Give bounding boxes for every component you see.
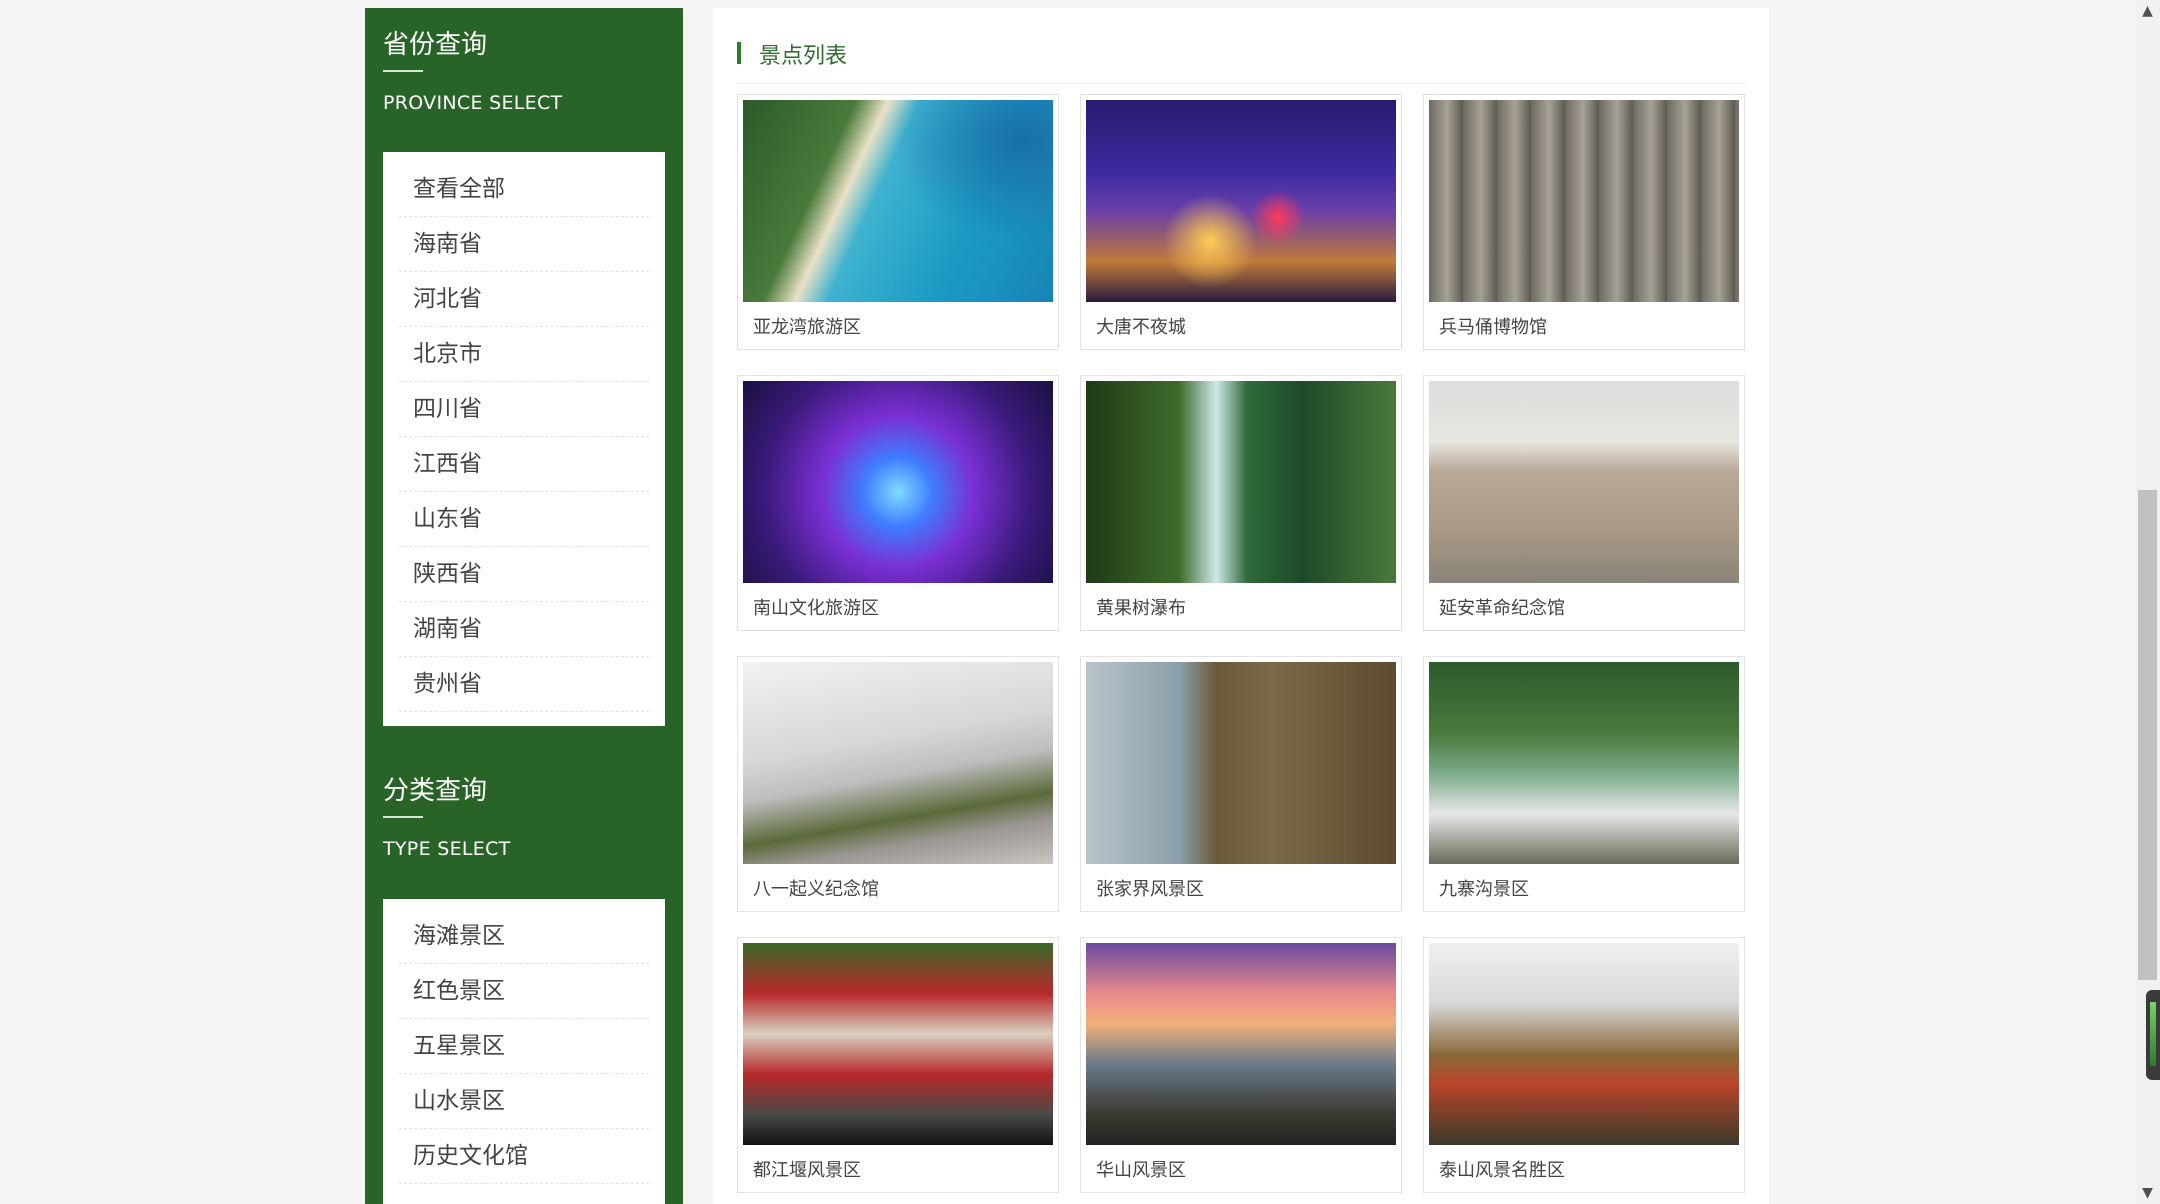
- province-list: 查看全部 海南省 河北省 北京市 四川省 江西省 山东省 陕西省 湖南省 贵州省: [383, 152, 665, 726]
- spot-card[interactable]: 九寨沟景区: [1423, 656, 1745, 912]
- spot-card[interactable]: 延安革命纪念馆: [1423, 375, 1745, 631]
- scrollbar-thumb[interactable]: [2138, 490, 2157, 980]
- spot-card[interactable]: 八一起义纪念馆: [737, 656, 1059, 912]
- spot-card[interactable]: 亚龙湾旅游区: [737, 94, 1059, 350]
- province-item-beijing[interactable]: 北京市: [399, 327, 649, 382]
- spot-image[interactable]: [1429, 381, 1739, 583]
- province-title: 省份查询: [383, 30, 488, 60]
- province-item-shandong[interactable]: 山东省: [399, 492, 649, 547]
- spot-name[interactable]: 泰山风景名胜区: [1429, 1156, 1739, 1182]
- spot-card[interactable]: 张家界风景区: [1080, 656, 1402, 912]
- list-title: 景点列表: [759, 44, 848, 69]
- type-item-history-museum[interactable]: 历史文化馆: [399, 1129, 649, 1184]
- spot-grid: 亚龙湾旅游区 大唐不夜城 兵马俑博物馆 南山文化旅游区 黄果树瀑布 延安革命纪念…: [737, 94, 1745, 1193]
- spot-image[interactable]: [743, 662, 1053, 864]
- spot-name[interactable]: 都江堰风景区: [743, 1156, 1053, 1182]
- spot-image[interactable]: [743, 381, 1053, 583]
- province-item-hebei[interactable]: 河北省: [399, 272, 649, 327]
- province-subtitle: PROVINCE SELECT: [383, 92, 563, 114]
- province-item-hainan[interactable]: 海南省: [399, 217, 649, 272]
- type-list: 海滩景区 红色景区 五星景区 山水景区 历史文化馆: [383, 899, 665, 1204]
- spot-name[interactable]: 九寨沟景区: [1429, 875, 1739, 901]
- type-title-rule: [383, 816, 423, 818]
- province-item-hunan[interactable]: 湖南省: [399, 602, 649, 657]
- spot-card[interactable]: 泰山风景名胜区: [1423, 937, 1745, 1193]
- spot-name[interactable]: 八一起义纪念馆: [743, 875, 1053, 901]
- spot-name[interactable]: 兵马俑博物馆: [1429, 313, 1739, 339]
- list-header: 景点列表: [737, 30, 1745, 84]
- spot-image[interactable]: [1086, 381, 1396, 583]
- spot-name[interactable]: 大唐不夜城: [1086, 313, 1396, 339]
- province-item-guizhou[interactable]: 贵州省: [399, 657, 649, 712]
- spot-name[interactable]: 南山文化旅游区: [743, 594, 1053, 620]
- spot-image[interactable]: [743, 943, 1053, 1145]
- province-item-shaanxi[interactable]: 陕西省: [399, 547, 649, 602]
- spot-card[interactable]: 南山文化旅游区: [737, 375, 1059, 631]
- spot-image[interactable]: [1086, 100, 1396, 302]
- type-title: 分类查询: [383, 776, 488, 806]
- spot-card[interactable]: 黄果树瀑布: [1080, 375, 1402, 631]
- type-subtitle: TYPE SELECT: [383, 838, 511, 860]
- spot-image[interactable]: [1429, 100, 1739, 302]
- main-panel: 景点列表 亚龙湾旅游区 大唐不夜城 兵马俑博物馆 南山文化旅游区 黄果树瀑布 延…: [713, 8, 1769, 1204]
- spot-image[interactable]: [1429, 662, 1739, 864]
- spot-card[interactable]: 都江堰风景区: [737, 937, 1059, 1193]
- spot-card[interactable]: 兵马俑博物馆: [1423, 94, 1745, 350]
- spot-image[interactable]: [743, 100, 1053, 302]
- spot-image[interactable]: [1086, 943, 1396, 1145]
- spot-card[interactable]: 华山风景区: [1080, 937, 1402, 1193]
- province-item-sichuan[interactable]: 四川省: [399, 382, 649, 437]
- type-item-five-star[interactable]: 五星景区: [399, 1019, 649, 1074]
- spot-name[interactable]: 张家界风景区: [1086, 875, 1396, 901]
- scroll-up-arrow-icon[interactable]: ▲: [2135, 0, 2160, 22]
- scroll-down-arrow-icon[interactable]: ▼: [2135, 1182, 2160, 1204]
- type-item-red[interactable]: 红色景区: [399, 964, 649, 1019]
- widget-indicator-icon: [2150, 1002, 2156, 1066]
- province-item-all[interactable]: 查看全部: [399, 162, 649, 217]
- floating-side-widget[interactable]: [2146, 990, 2160, 1080]
- province-title-rule: [383, 70, 423, 72]
- spot-name[interactable]: 黄果树瀑布: [1086, 594, 1396, 620]
- spot-card[interactable]: 大唐不夜城: [1080, 94, 1402, 350]
- spot-name[interactable]: 延安革命纪念馆: [1429, 594, 1739, 620]
- spot-name[interactable]: 亚龙湾旅游区: [743, 313, 1053, 339]
- sidebar: 省份查询 PROVINCE SELECT 查看全部 海南省 河北省 北京市 四川…: [365, 8, 683, 1204]
- spot-name[interactable]: 华山风景区: [1086, 1156, 1396, 1182]
- type-item-beach[interactable]: 海滩景区: [399, 909, 649, 964]
- type-item-landscape[interactable]: 山水景区: [399, 1074, 649, 1129]
- spot-image[interactable]: [1086, 662, 1396, 864]
- page: 省份查询 PROVINCE SELECT 查看全部 海南省 河北省 北京市 四川…: [0, 0, 2160, 1204]
- province-item-jiangxi[interactable]: 江西省: [399, 437, 649, 492]
- spot-image[interactable]: [1429, 943, 1739, 1145]
- header-accent-bar: [737, 42, 741, 64]
